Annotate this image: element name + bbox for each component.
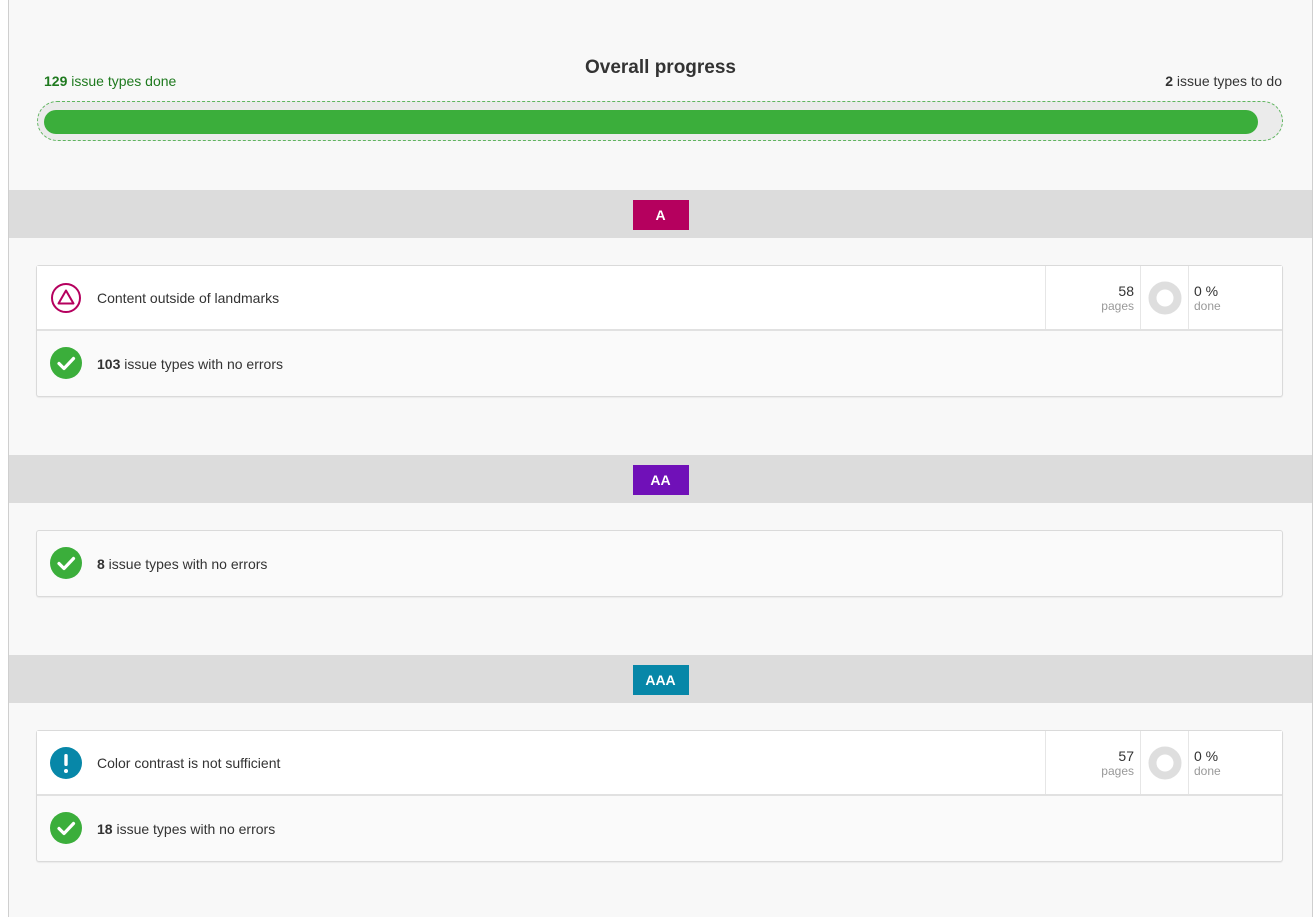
done-unit: done (1194, 299, 1221, 313)
done-ring-icon (1140, 266, 1188, 329)
progress-bar (37, 101, 1283, 141)
results-panel: Overall progress 129 issue types done 2 … (8, 0, 1313, 917)
issue-label[interactable]: Content outside of landmarks (97, 290, 279, 306)
issue-row-color-contrast[interactable]: Color contrast is not sufficient 57 page… (37, 731, 1282, 796)
done-percent: 0 % (1194, 283, 1219, 299)
done-count: 129 issue types done (44, 73, 176, 89)
level-badge-a: A (632, 200, 689, 230)
done-unit: done (1194, 764, 1221, 778)
todo-count: 2 issue types to do (1165, 73, 1282, 89)
exclamation-icon (50, 747, 82, 779)
level-badge-aaa: AAA (632, 665, 689, 695)
issue-row-content-outside-landmarks[interactable]: Content outside of landmarks 58 pages 0 … (37, 266, 1282, 331)
level-badge-aa: AA (632, 465, 689, 495)
no-errors-label: 103 issue types with no errors (97, 356, 283, 372)
pages-unit: pages (1101, 299, 1134, 313)
progress-title: Overall progress (584, 57, 737, 78)
done-stat: 0 % done (1188, 731, 1282, 794)
no-errors-row[interactable]: 8 issue types with no errors (37, 531, 1282, 596)
pages-stat: 57 pages (1045, 731, 1140, 794)
check-circle-icon (50, 347, 82, 379)
check-circle-icon (50, 547, 82, 579)
no-errors-text: issue types with no errors (104, 555, 268, 572)
level-band-aaa: AAA (9, 655, 1312, 703)
todo-count-number: 2 (1165, 73, 1174, 89)
level-aaa-card: Color contrast is not sufficient 57 page… (36, 730, 1283, 862)
issue-stats: 57 pages 0 % done (1045, 731, 1282, 794)
no-errors-text: issue types with no errors (120, 355, 283, 372)
done-stat: 0 % done (1188, 266, 1282, 329)
issue-label[interactable]: Color contrast is not sufficient (97, 755, 280, 771)
no-errors-count: 103 (97, 355, 121, 372)
progress-bar-fill (44, 110, 1258, 134)
overall-progress: Overall progress 129 issue types done 2 … (9, 0, 1312, 190)
no-errors-count: 18 (97, 820, 113, 837)
done-count-text: issue types done (67, 73, 177, 89)
no-errors-label: 8 issue types with no errors (97, 556, 267, 572)
level-a-card: Content outside of landmarks 58 pages 0 … (36, 265, 1283, 397)
done-ring-icon (1140, 731, 1188, 794)
todo-count-text: issue types to do (1173, 73, 1282, 89)
level-aa-card: 8 issue types with no errors (36, 530, 1283, 597)
no-errors-text: issue types with no errors (112, 820, 276, 837)
done-count-number: 129 (44, 73, 68, 89)
triangle-warning-icon (50, 282, 82, 314)
level-band-aa: AA (9, 455, 1312, 503)
no-errors-label: 18 issue types with no errors (97, 821, 275, 837)
no-errors-row[interactable]: 18 issue types with no errors (37, 796, 1282, 861)
issue-stats: 58 pages 0 % done (1045, 266, 1282, 329)
pages-count: 58 (1118, 283, 1134, 299)
pages-stat: 58 pages (1045, 266, 1140, 329)
pages-count: 57 (1118, 748, 1134, 764)
pages-unit: pages (1101, 764, 1134, 778)
level-band-a: A (9, 190, 1312, 238)
no-errors-count: 8 (97, 555, 105, 572)
no-errors-row[interactable]: 103 issue types with no errors (37, 331, 1282, 396)
check-circle-icon (50, 812, 82, 844)
done-percent: 0 % (1194, 748, 1219, 764)
